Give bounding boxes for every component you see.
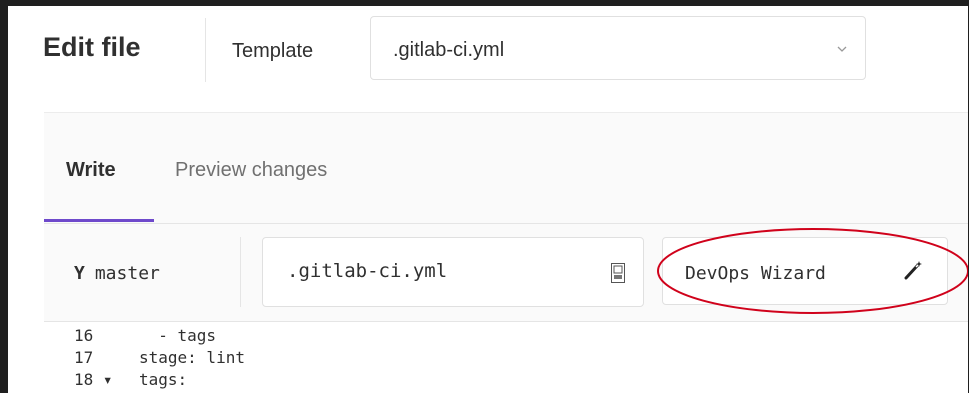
file-title-bar: Ymaster .gitlab-ci.yml DevOps Wizard (44, 223, 968, 321)
page-title: Edit file (43, 32, 141, 62)
line-number: 18 ▾ (74, 370, 114, 389)
magic-wand-icon (904, 261, 922, 280)
branch-indicator: Ymaster (74, 263, 160, 284)
fold-toggle[interactable]: ▾ (103, 370, 113, 389)
code-line: 18 ▾ tags: (44, 370, 968, 392)
code-line: 16 - tags (44, 326, 968, 348)
line-number: 16 (74, 326, 94, 345)
template-selected-value: .gitlab-ci.yml (393, 39, 505, 61)
edit-file-page: Edit file Template .gitlab-ci.yml Write … (8, 6, 968, 393)
line-number: 17 (74, 348, 94, 367)
chevron-down-icon (837, 46, 847, 52)
file-name-input[interactable]: .gitlab-ci.yml (262, 237, 644, 307)
tab-preview-changes[interactable]: Preview changes (175, 159, 327, 182)
edit-file-header: Edit file Template .gitlab-ci.yml (8, 6, 968, 86)
git-branch-icon: Y (74, 263, 85, 284)
template-dropdown[interactable]: .gitlab-ci.yml (370, 16, 866, 80)
file-name-value: .gitlab-ci.yml (287, 260, 448, 282)
code-line: 17 stage: lint (44, 348, 968, 370)
line-number-value: 18 (74, 370, 94, 389)
template-label: Template (232, 40, 314, 62)
file-header-divider (240, 237, 241, 307)
devops-wizard-button[interactable]: DevOps Wizard (662, 237, 948, 305)
editor-panel: Write Preview changes Ymaster .gitlab-ci… (44, 112, 968, 393)
line-content: stage: lint (139, 348, 245, 367)
branch-name: master (94, 263, 160, 284)
tab-write[interactable]: Write (44, 113, 154, 222)
editor-tabs: Write Preview changes (44, 113, 968, 224)
devops-wizard-label: DevOps Wizard (685, 263, 826, 284)
title-divider (205, 18, 206, 82)
line-content: tags: (139, 370, 188, 389)
code-editor[interactable]: 16 - tags 17 stage: lint 18 ▾ tags: (44, 321, 968, 393)
line-content: - tags (139, 326, 217, 345)
tab-write-label: Write (66, 159, 116, 181)
file-icon (611, 263, 625, 283)
